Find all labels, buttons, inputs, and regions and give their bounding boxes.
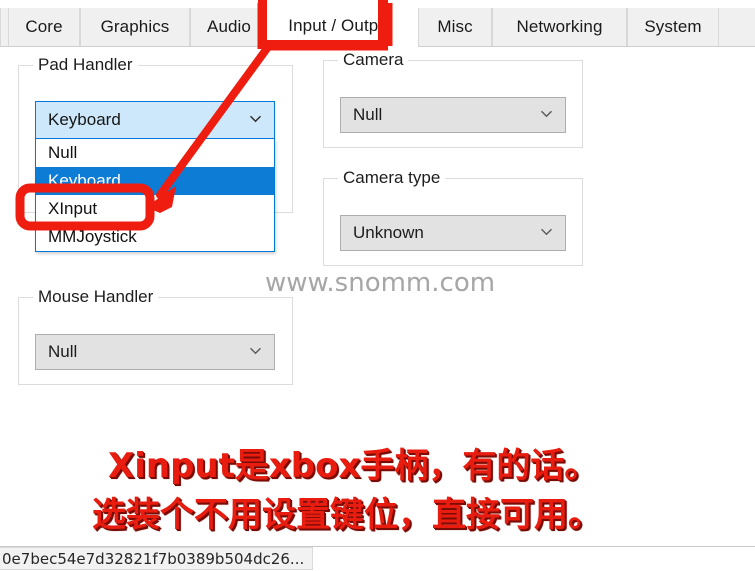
group-camera-title: Camera — [338, 50, 409, 70]
chevron-down-icon — [249, 112, 262, 125]
settings-window: Core Graphics Audio Input / Output Misc … — [0, 0, 755, 571]
tab-bar-left-edge — [0, 8, 1, 46]
dropdown-item-xinput[interactable]: XInput — [36, 195, 274, 223]
annotation-note-line-2: 选装个不用设置键位，直接可用。 — [92, 495, 602, 535]
camera-type-combobox[interactable]: Unknown — [340, 215, 566, 251]
tab-graphics-label: Graphics — [100, 17, 170, 36]
status-bar-hash: 0e7bec54e7d32821f7b0389b504dc26... — [0, 547, 314, 570]
mouse-handler-combobox[interactable]: Null — [35, 334, 275, 370]
tab-system[interactable]: System — [627, 8, 719, 46]
chevron-down-icon — [249, 344, 262, 357]
tab-misc[interactable]: Misc — [418, 8, 492, 46]
tab-bar: Core Graphics Audio Input / Output Misc … — [0, 0, 755, 48]
group-pad-handler-title: Pad Handler — [33, 55, 138, 75]
dropdown-item-keyboard-label: Keyboard — [48, 171, 121, 190]
dropdown-item-xinput-label: XInput — [48, 199, 98, 218]
dropdown-item-keyboard[interactable]: Keyboard — [36, 167, 274, 195]
group-mouse-handler-title: Mouse Handler — [33, 287, 159, 307]
dropdown-item-mmjoystick[interactable]: MMJoystick — [36, 223, 274, 251]
tab-networking-label: Networking — [516, 17, 603, 36]
camera-value: Null — [353, 105, 383, 124]
pad-handler-dropdown-list[interactable]: Null Keyboard XInput MMJoystick — [35, 139, 275, 252]
site-watermark: www.snomm.com — [265, 268, 496, 298]
tab-audio-label: Audio — [207, 17, 251, 36]
dropdown-item-mmjoystick-label: MMJoystick — [48, 227, 137, 246]
tab-misc-label: Misc — [437, 17, 473, 36]
dropdown-item-null[interactable]: Null — [36, 139, 274, 167]
tab-core-label: Core — [25, 17, 63, 36]
tab-graphics[interactable]: Graphics — [80, 8, 190, 46]
annotation-note-line-1: Xinput是xbox手柄，有的话。 — [108, 446, 599, 486]
mouse-handler-value: Null — [48, 342, 78, 361]
chevron-down-icon — [540, 107, 553, 120]
tab-input-output-label: Input / Output — [288, 15, 393, 35]
tab-networking[interactable]: Networking — [492, 8, 627, 46]
tab-audio[interactable]: Audio — [190, 8, 268, 46]
camera-type-value: Unknown — [353, 223, 424, 242]
group-camera-type-title: Camera type — [338, 168, 446, 188]
tab-input-output[interactable]: Input / Output — [263, 4, 418, 47]
camera-combobox[interactable]: Null — [340, 97, 566, 133]
pad-handler-value: Keyboard — [48, 110, 121, 129]
tab-system-label: System — [644, 17, 702, 36]
chevron-down-icon — [540, 225, 553, 238]
pad-handler-combobox[interactable]: Keyboard — [35, 101, 275, 139]
status-bar: 0e7bec54e7d32821f7b0389b504dc26... — [0, 546, 755, 571]
tab-core[interactable]: Core — [8, 8, 80, 46]
dropdown-item-null-label: Null — [48, 143, 78, 162]
